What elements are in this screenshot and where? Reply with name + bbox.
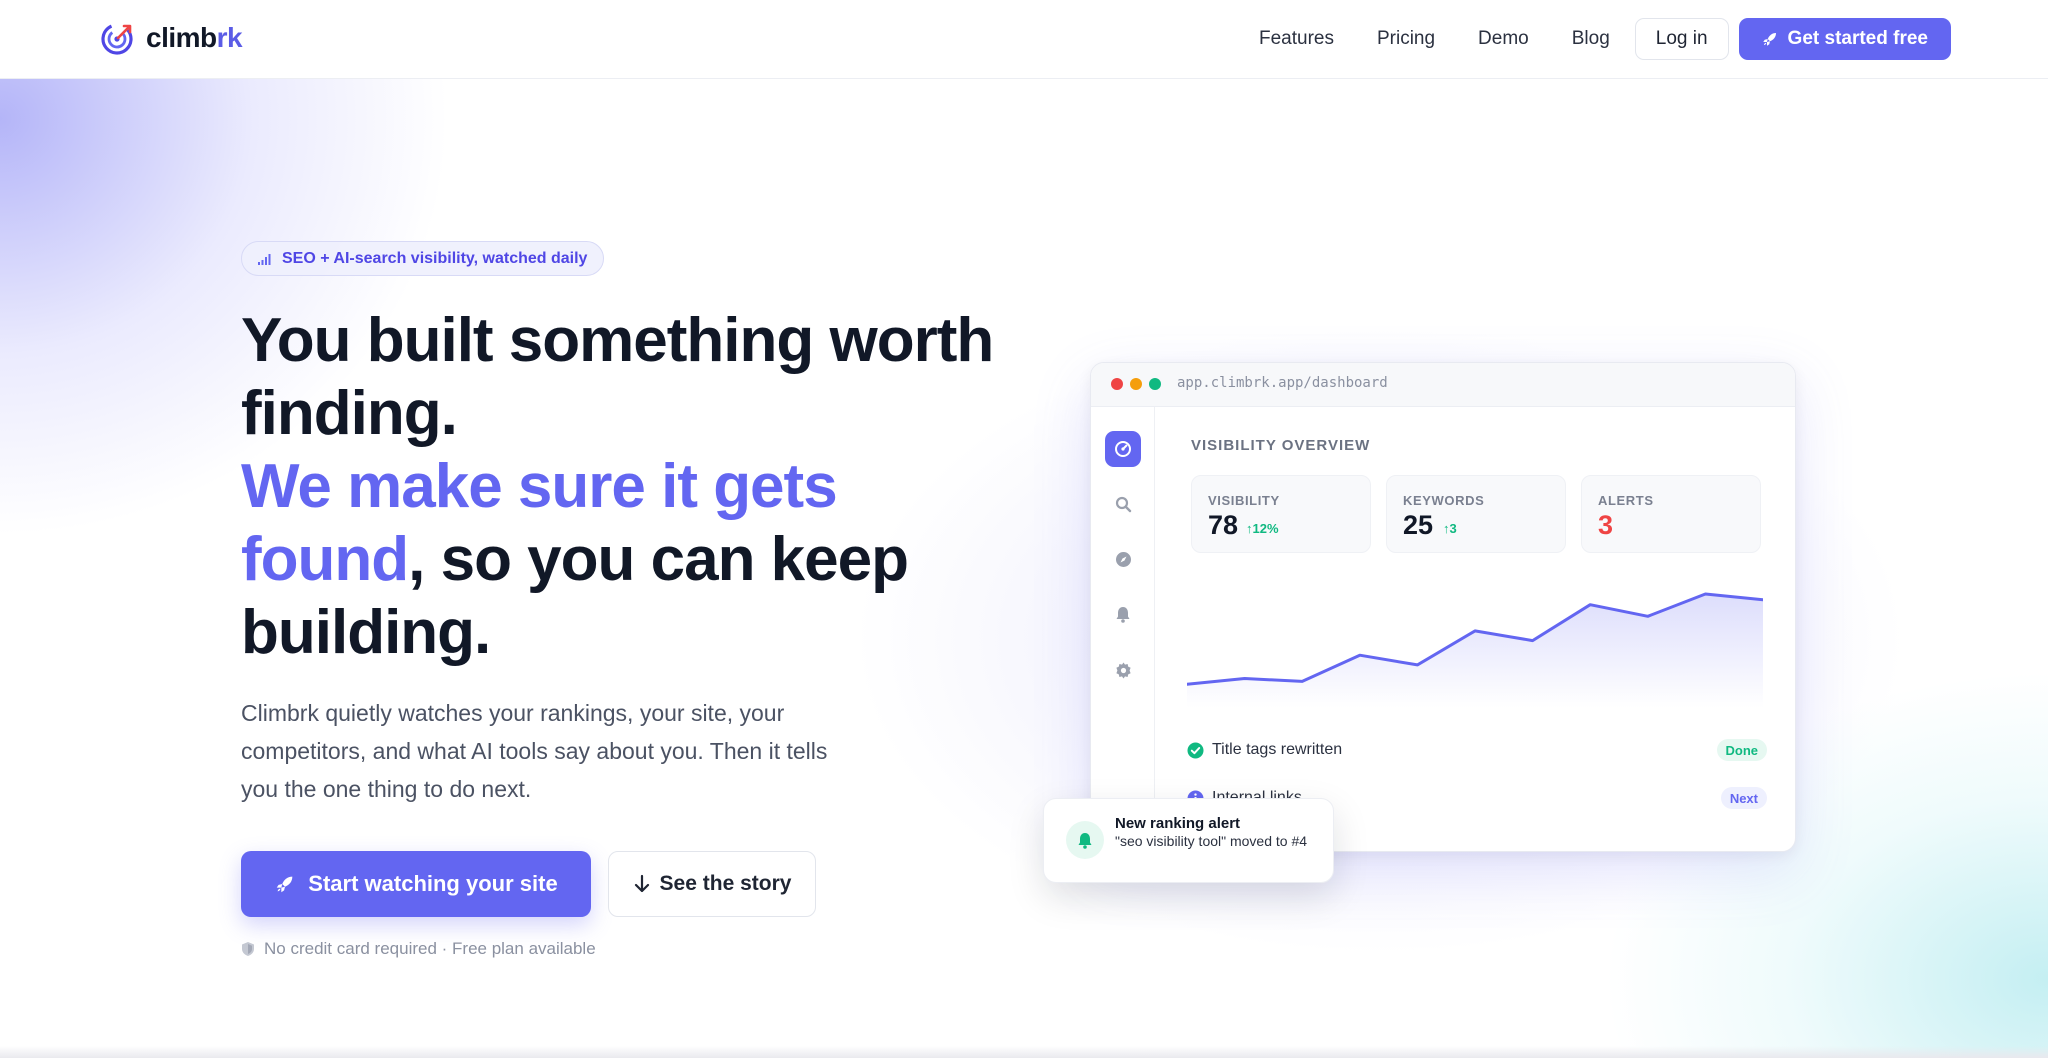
ranking-alert-toast[interactable]: New ranking alert "seo visibility tool" … bbox=[1043, 798, 1334, 883]
rocket-icon bbox=[1762, 33, 1776, 46]
bell-icon[interactable] bbox=[1105, 596, 1141, 632]
task-label: Title tags rewritten bbox=[1212, 741, 1343, 758]
see-story-label: See the story bbox=[659, 872, 792, 895]
stat-delta: ↑3 bbox=[1443, 521, 1457, 536]
gear-icon[interactable] bbox=[1105, 652, 1141, 688]
signal-bars-icon bbox=[258, 253, 271, 265]
dashboard-url: app.climbrk.app/dashboard bbox=[1177, 375, 1388, 391]
alert-title: New ranking alert bbox=[1115, 815, 1241, 832]
get-started-label: Get started free bbox=[1787, 28, 1928, 49]
minimize-dot bbox=[1130, 378, 1142, 390]
stat-value: 78 bbox=[1208, 510, 1239, 540]
stat-card-visibility: VISIBILITY 78 ↑12% bbox=[1191, 475, 1371, 553]
logo[interactable]: climbrk bbox=[100, 20, 243, 56]
close-dot bbox=[1111, 378, 1123, 390]
arrow-down-icon bbox=[634, 874, 649, 893]
nav-link-features[interactable]: Features bbox=[1259, 28, 1334, 50]
nav-link-demo[interactable]: Demo bbox=[1478, 28, 1529, 50]
stat-label: VISIBILITY bbox=[1208, 493, 1280, 508]
stat-value: 3 bbox=[1598, 510, 1614, 540]
dashboard-sidebar bbox=[1091, 407, 1155, 851]
hero-headline: You built something worth finding. We ma… bbox=[241, 304, 1001, 669]
badge-text: SEO + AI-search visibility, watched dail… bbox=[282, 249, 588, 267]
main-nav: Features Pricing Demo Blog Log in Get st… bbox=[1259, 18, 1951, 60]
visibility-trend-chart bbox=[1187, 592, 1763, 708]
stat-label: ALERTS bbox=[1598, 493, 1654, 508]
section-divider bbox=[0, 1046, 2048, 1058]
stat-label: KEYWORDS bbox=[1403, 493, 1485, 508]
dashboard-title: VISIBILITY OVERVIEW bbox=[1191, 437, 1371, 454]
nav-link-pricing[interactable]: Pricing bbox=[1377, 28, 1435, 50]
task-item[interactable]: Title tags rewritten Done bbox=[1187, 737, 1767, 763]
start-watching-button[interactable]: Start watching your site bbox=[241, 851, 591, 917]
see-story-button[interactable]: See the story bbox=[608, 851, 816, 917]
footnote: No credit card required · Free plan avai… bbox=[241, 938, 596, 960]
site-header: climbrk Features Pricing Demo Blog Log i… bbox=[0, 0, 2048, 79]
stat-card-keywords: KEYWORDS 25 ↑3 bbox=[1386, 475, 1566, 553]
rocket-icon bbox=[277, 876, 293, 893]
alert-body: "seo visibility tool" moved to #4 bbox=[1115, 833, 1308, 849]
headline-line1: You built something worth finding. bbox=[241, 306, 994, 448]
maximize-dot bbox=[1149, 378, 1161, 390]
login-button[interactable]: Log in bbox=[1634, 18, 1729, 60]
nav-link-blog[interactable]: Blog bbox=[1572, 28, 1610, 50]
footnote-text: No credit card required · Free plan avai… bbox=[264, 939, 596, 958]
status-badge: Next bbox=[1720, 787, 1767, 809]
logo-text: climbrk bbox=[146, 22, 243, 53]
dashboard-icon[interactable] bbox=[1105, 431, 1141, 467]
stat-card-alerts: ALERTS 3 bbox=[1581, 475, 1761, 553]
bell-icon bbox=[1066, 821, 1104, 859]
start-watching-label: Start watching your site bbox=[308, 871, 558, 896]
stat-delta: ↑12% bbox=[1246, 521, 1279, 536]
dashboard-preview: app.climbrk.app/dashboard VISIBILITY OVE… bbox=[1090, 362, 1796, 852]
browser-bar: app.climbrk.app/dashboard bbox=[1091, 363, 1795, 407]
stat-value: 25 bbox=[1403, 510, 1434, 540]
compass-icon[interactable] bbox=[1105, 541, 1141, 577]
hero-badge: SEO + AI-search visibility, watched dail… bbox=[241, 241, 605, 276]
hero-subtext: Climbrk quietly watches your rankings, y… bbox=[241, 700, 828, 802]
search-icon[interactable] bbox=[1105, 486, 1141, 522]
shield-icon bbox=[242, 942, 254, 956]
get-started-button[interactable]: Get started free bbox=[1738, 18, 1951, 60]
status-badge: Done bbox=[1716, 739, 1767, 761]
target-arrow-icon bbox=[101, 23, 133, 55]
check-circle-icon bbox=[1187, 742, 1204, 758]
trend-area bbox=[1187, 594, 1763, 708]
